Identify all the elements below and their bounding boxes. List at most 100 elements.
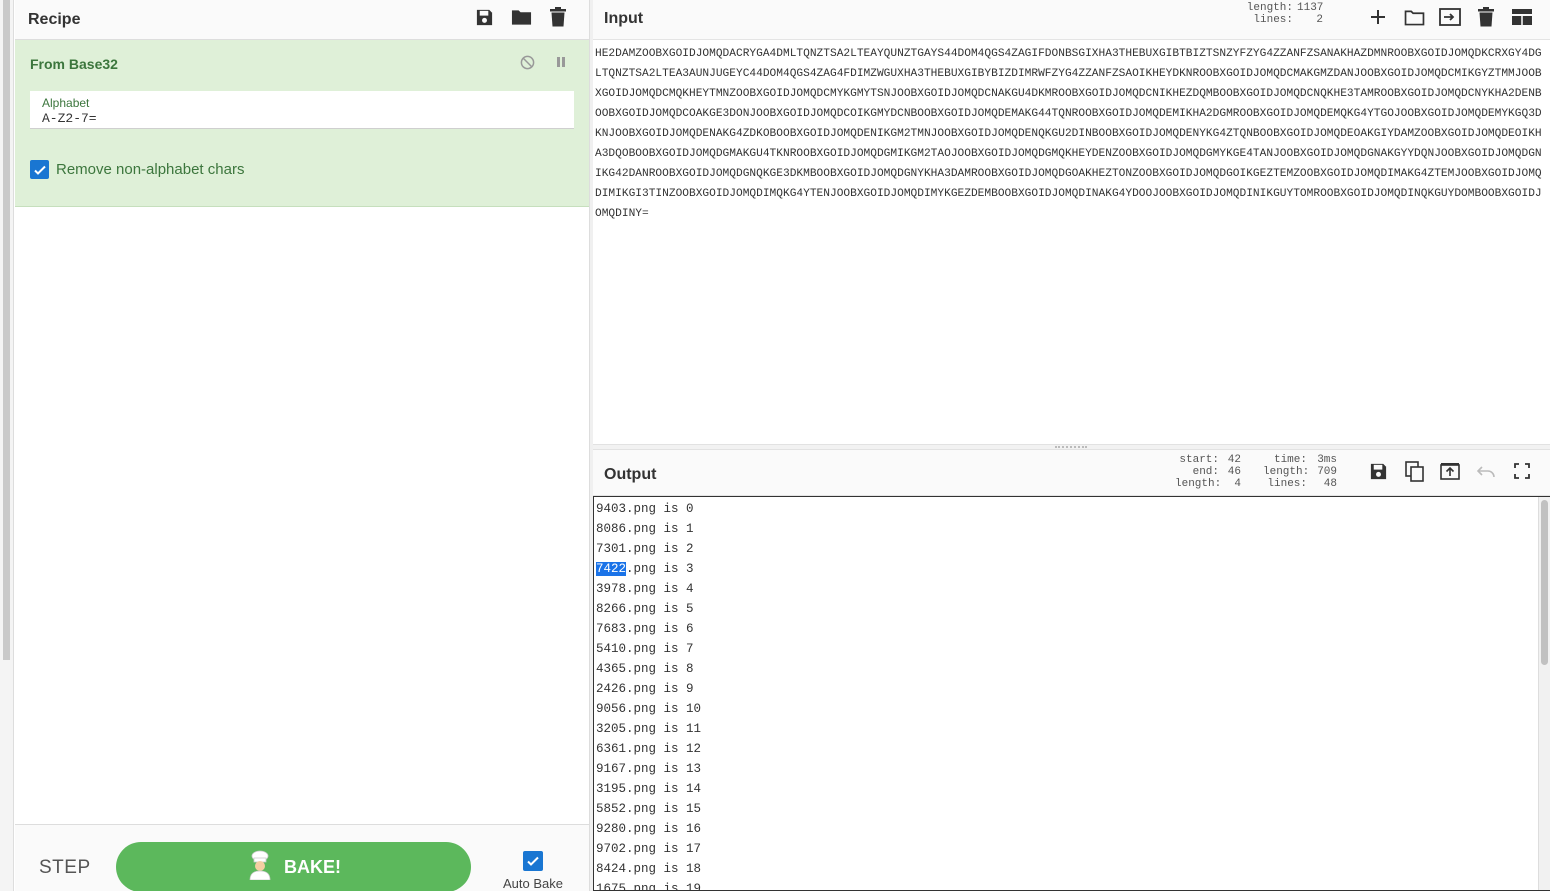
output-line: 9167.png is 13 xyxy=(596,759,701,779)
output-scrollbar[interactable] xyxy=(1538,497,1550,890)
stat-key: end: xyxy=(1192,466,1219,478)
output-filename: 8266 xyxy=(596,602,627,616)
output-line-text: .png is 9 xyxy=(626,682,694,696)
input-header: Input length: 1137 lines: 2 xyxy=(593,0,1550,40)
stat-key: lines: xyxy=(1253,14,1293,26)
output-filename: 1675 xyxy=(596,882,627,891)
undo-icon[interactable] xyxy=(1474,459,1498,483)
remove-non-alphabet-checkbox[interactable] xyxy=(30,160,49,179)
output-filename: 7422 xyxy=(596,562,627,576)
remove-non-alphabet-option[interactable]: Remove non-alphabet chars xyxy=(30,160,244,179)
recipe-title: Recipe xyxy=(28,10,81,28)
output-line: 9702.png is 17 xyxy=(596,839,701,859)
output-line: 3205.png is 11 xyxy=(596,719,701,739)
input-title: Input xyxy=(604,10,644,27)
stat-value: 4 xyxy=(1234,478,1241,490)
input-toolbar xyxy=(1366,5,1534,29)
output-filename: 8424 xyxy=(596,862,627,876)
output-line: 3978.png is 4 xyxy=(596,579,701,599)
output-filename: 9280 xyxy=(596,822,627,836)
recipe-panel: Recipe From Base32 Alphabet A-Z2-7= Remo… xyxy=(15,0,589,891)
trash-icon[interactable] xyxy=(1474,5,1498,29)
stat-value: 48 xyxy=(1323,478,1337,490)
output-line: 9280.png is 16 xyxy=(596,819,701,839)
pause-icon[interactable] xyxy=(553,54,569,70)
output-line-text: .png is 3 xyxy=(626,562,694,576)
open-file-icon[interactable] xyxy=(1438,5,1462,29)
output-line: 7422.png is 3 xyxy=(596,559,701,579)
stat-key: lines: xyxy=(1267,478,1307,490)
save-icon[interactable] xyxy=(473,6,495,28)
scrollbar-thumb[interactable] xyxy=(1541,500,1548,665)
output-line-text: .png is 2 xyxy=(626,542,694,556)
output-line-text: .png is 12 xyxy=(626,742,702,756)
output-line: 7301.png is 2 xyxy=(596,539,701,559)
output-line: 5410.png is 7 xyxy=(596,639,701,659)
output-line-text: .png is 17 xyxy=(626,842,702,856)
output-line-text: .png is 11 xyxy=(626,722,702,736)
output-header: Output start: 42 end: 46 length: 4 time: 3ms… xyxy=(593,450,1550,496)
output-filename: 3978 xyxy=(596,582,627,596)
bake-label: BAKE! xyxy=(284,856,341,877)
disable-icon[interactable] xyxy=(519,54,535,70)
stat-key: time: xyxy=(1273,454,1307,466)
output-line-text: .png is 4 xyxy=(626,582,694,596)
output-title: Output xyxy=(604,466,657,483)
stat-value: 46 xyxy=(1227,466,1241,478)
output-filename: 6361 xyxy=(596,742,627,756)
output-line: 9403.png is 0 xyxy=(596,499,701,519)
output-filename: 9403 xyxy=(596,502,627,516)
copy-icon[interactable] xyxy=(1402,459,1426,483)
output-line-text: .png is 0 xyxy=(626,502,694,516)
replace-input-icon[interactable] xyxy=(1438,459,1462,483)
alphabet-value[interactable]: A-Z2-7= xyxy=(42,111,97,126)
stat-value: 3ms xyxy=(1317,454,1337,466)
output-line-text: .png is 8 xyxy=(626,662,694,676)
bake-button[interactable]: BAKE! xyxy=(116,842,471,891)
left-gutter xyxy=(0,0,14,891)
output-filename: 3195 xyxy=(596,782,627,796)
save-output-icon[interactable] xyxy=(1366,459,1390,483)
output-line: 2426.png is 9 xyxy=(596,679,701,699)
divider-grip[interactable] xyxy=(1055,446,1087,448)
folder-icon[interactable] xyxy=(510,6,532,28)
output-line: 1675.png is 19 xyxy=(596,879,702,891)
stat-key: length: xyxy=(1246,2,1293,14)
operation-from-base32[interactable]: From Base32 Alphabet A-Z2-7= Remove non-… xyxy=(15,40,589,207)
output-line-text: .png is 6 xyxy=(626,622,694,636)
open-folder-icon[interactable] xyxy=(1402,5,1426,29)
output-line: 3195.png is 14 xyxy=(596,779,701,799)
auto-bake-toggle[interactable]: Auto Bake xyxy=(501,851,565,891)
input-textarea[interactable]: HE2DAMZOOBXGOIDJOMQDACRYGA4DMLTQNZTSA2LT… xyxy=(595,44,1545,244)
output-filename: 5410 xyxy=(596,642,627,656)
operation-title: From Base32 xyxy=(30,56,118,72)
add-tab-icon[interactable] xyxy=(1366,5,1390,29)
alphabet-label: Alphabet xyxy=(42,96,90,110)
output-line: 8086.png is 1 xyxy=(596,519,701,539)
auto-bake-label: Auto Bake xyxy=(503,876,563,891)
output-line-text: .png is 1 xyxy=(626,522,694,536)
output-line-text: .png is 16 xyxy=(626,822,702,836)
output-selection-stats: start: 42 end: 46 length: 4 xyxy=(1175,454,1241,490)
input-stats: length: 1137 lines: 2 xyxy=(1241,2,1324,26)
layout-icon[interactable] xyxy=(1510,5,1534,29)
stat-key: length: xyxy=(1263,466,1310,478)
auto-bake-checkbox[interactable] xyxy=(523,851,543,871)
trash-icon[interactable] xyxy=(547,6,569,28)
stat-value: 1137 xyxy=(1297,2,1324,14)
output-line-text: .png is 19 xyxy=(626,882,702,891)
input-panel: Input length: 1137 lines: 2 HE2DAMZOOBXGOI… xyxy=(593,0,1550,444)
maximize-icon[interactable] xyxy=(1510,459,1534,483)
output-stats: time: 3ms length: 709 lines: 48 xyxy=(1263,454,1337,490)
operation-controls xyxy=(519,54,569,70)
output-textarea[interactable]: 9403.png is 0 8086.png is 1 7301.png is 27… xyxy=(593,496,1550,891)
output-filename: 9167 xyxy=(596,762,627,776)
output-filename: 9056 xyxy=(596,702,627,716)
output-filename: 3205 xyxy=(596,722,627,736)
step-button[interactable]: STEP xyxy=(39,857,91,879)
alphabet-field[interactable]: Alphabet A-Z2-7= xyxy=(30,91,574,129)
recipe-header-icons xyxy=(473,6,569,28)
output-toolbar xyxy=(1366,459,1534,483)
output-line-text: .png is 15 xyxy=(626,802,702,816)
scroll-bar[interactable] xyxy=(3,0,10,660)
